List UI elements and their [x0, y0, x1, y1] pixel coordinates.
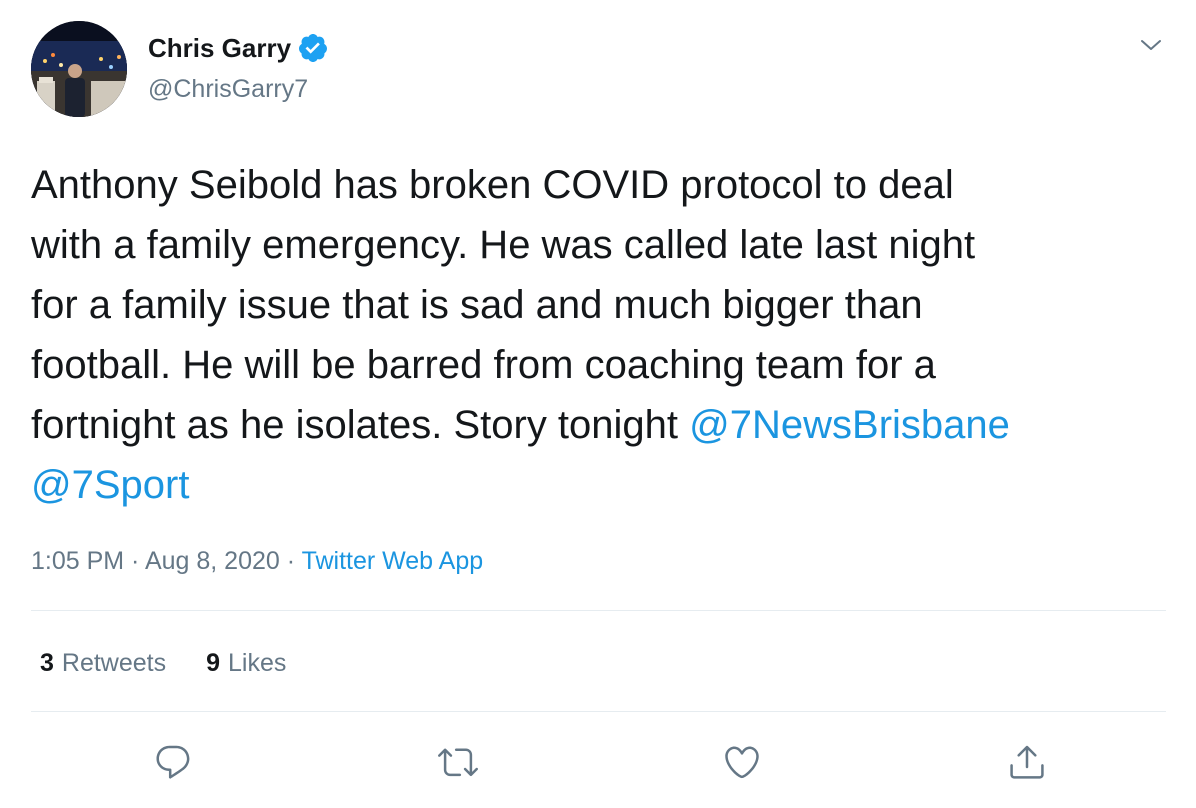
tweet-time[interactable]: 1:05 PM — [31, 547, 124, 575]
chevron-down-icon — [1141, 40, 1161, 50]
likes-label: Likes — [228, 649, 287, 677]
meta-separator: · — [124, 547, 145, 575]
author-name-row[interactable]: Chris Garry — [148, 30, 329, 66]
reply-button[interactable] — [151, 740, 195, 784]
tweet-line-text: football. He will be barred from coachin… — [31, 343, 936, 387]
like-button[interactable] — [720, 740, 764, 784]
tweet-line: football. He will be barred from coachin… — [31, 335, 1171, 395]
author-handle[interactable]: @ChrisGarry7 — [148, 72, 308, 106]
retweets-stat[interactable]: 3 Retweets — [40, 645, 166, 681]
tweet-line: for a family issue that is sad and much … — [31, 275, 1171, 335]
tweet-line-text: Anthony Seibold has broken COVID protoco… — [31, 163, 954, 207]
retweet-button[interactable] — [436, 740, 480, 784]
tweet-date[interactable]: Aug 8, 2020 — [145, 547, 280, 575]
verified-badge-icon — [297, 32, 329, 64]
share-button[interactable] — [1005, 740, 1049, 784]
like-icon — [725, 746, 759, 779]
reply-icon — [156, 745, 190, 779]
tweet-line: fortnight as he isolates. Story tonight … — [31, 395, 1171, 455]
tweet-line-text: fortnight as he isolates. Story tonight — [31, 403, 690, 447]
retweets-label: Retweets — [61, 649, 167, 677]
author-name[interactable]: Chris Garry — [148, 30, 291, 66]
tweet-stats: 3 Retweets 9 Likes — [40, 645, 286, 681]
likes-count: 9 — [206, 649, 221, 677]
retweet-icon — [438, 748, 478, 777]
more-options-button[interactable] — [1134, 28, 1168, 62]
divider — [31, 610, 1166, 611]
mention-link-7newsbrisbane[interactable]: @7NewsBrisbane — [689, 403, 1010, 447]
avatar[interactable] — [31, 21, 127, 117]
tweet-line: Anthony Seibold has broken COVID protoco… — [31, 155, 1171, 215]
likes-stat[interactable]: 9 Likes — [206, 645, 286, 681]
tweet-card: Chris Garry @ChrisGarry7 Anthony Seibold… — [0, 0, 1196, 808]
tweet-line-text: for a family issue that is sad and much … — [31, 283, 923, 327]
tweet-line: with a family emergency. He was called l… — [31, 215, 1171, 275]
tweet-line: @7Sport — [31, 455, 1171, 515]
tweet-line-text: with a family emergency. He was called l… — [31, 223, 976, 267]
share-icon — [1010, 745, 1044, 779]
retweets-count: 3 — [40, 649, 54, 677]
meta-separator: · — [279, 547, 302, 575]
tweet-source-link[interactable]: Twitter Web App — [302, 547, 484, 575]
tweet-meta: 1:05 PM · Aug 8, 2020 · Twitter Web App — [31, 543, 483, 579]
mention-link-7sport[interactable]: @7Sport — [31, 463, 189, 507]
tweet-text: Anthony Seibold has broken COVID protoco… — [31, 155, 1171, 515]
divider — [31, 711, 1166, 712]
